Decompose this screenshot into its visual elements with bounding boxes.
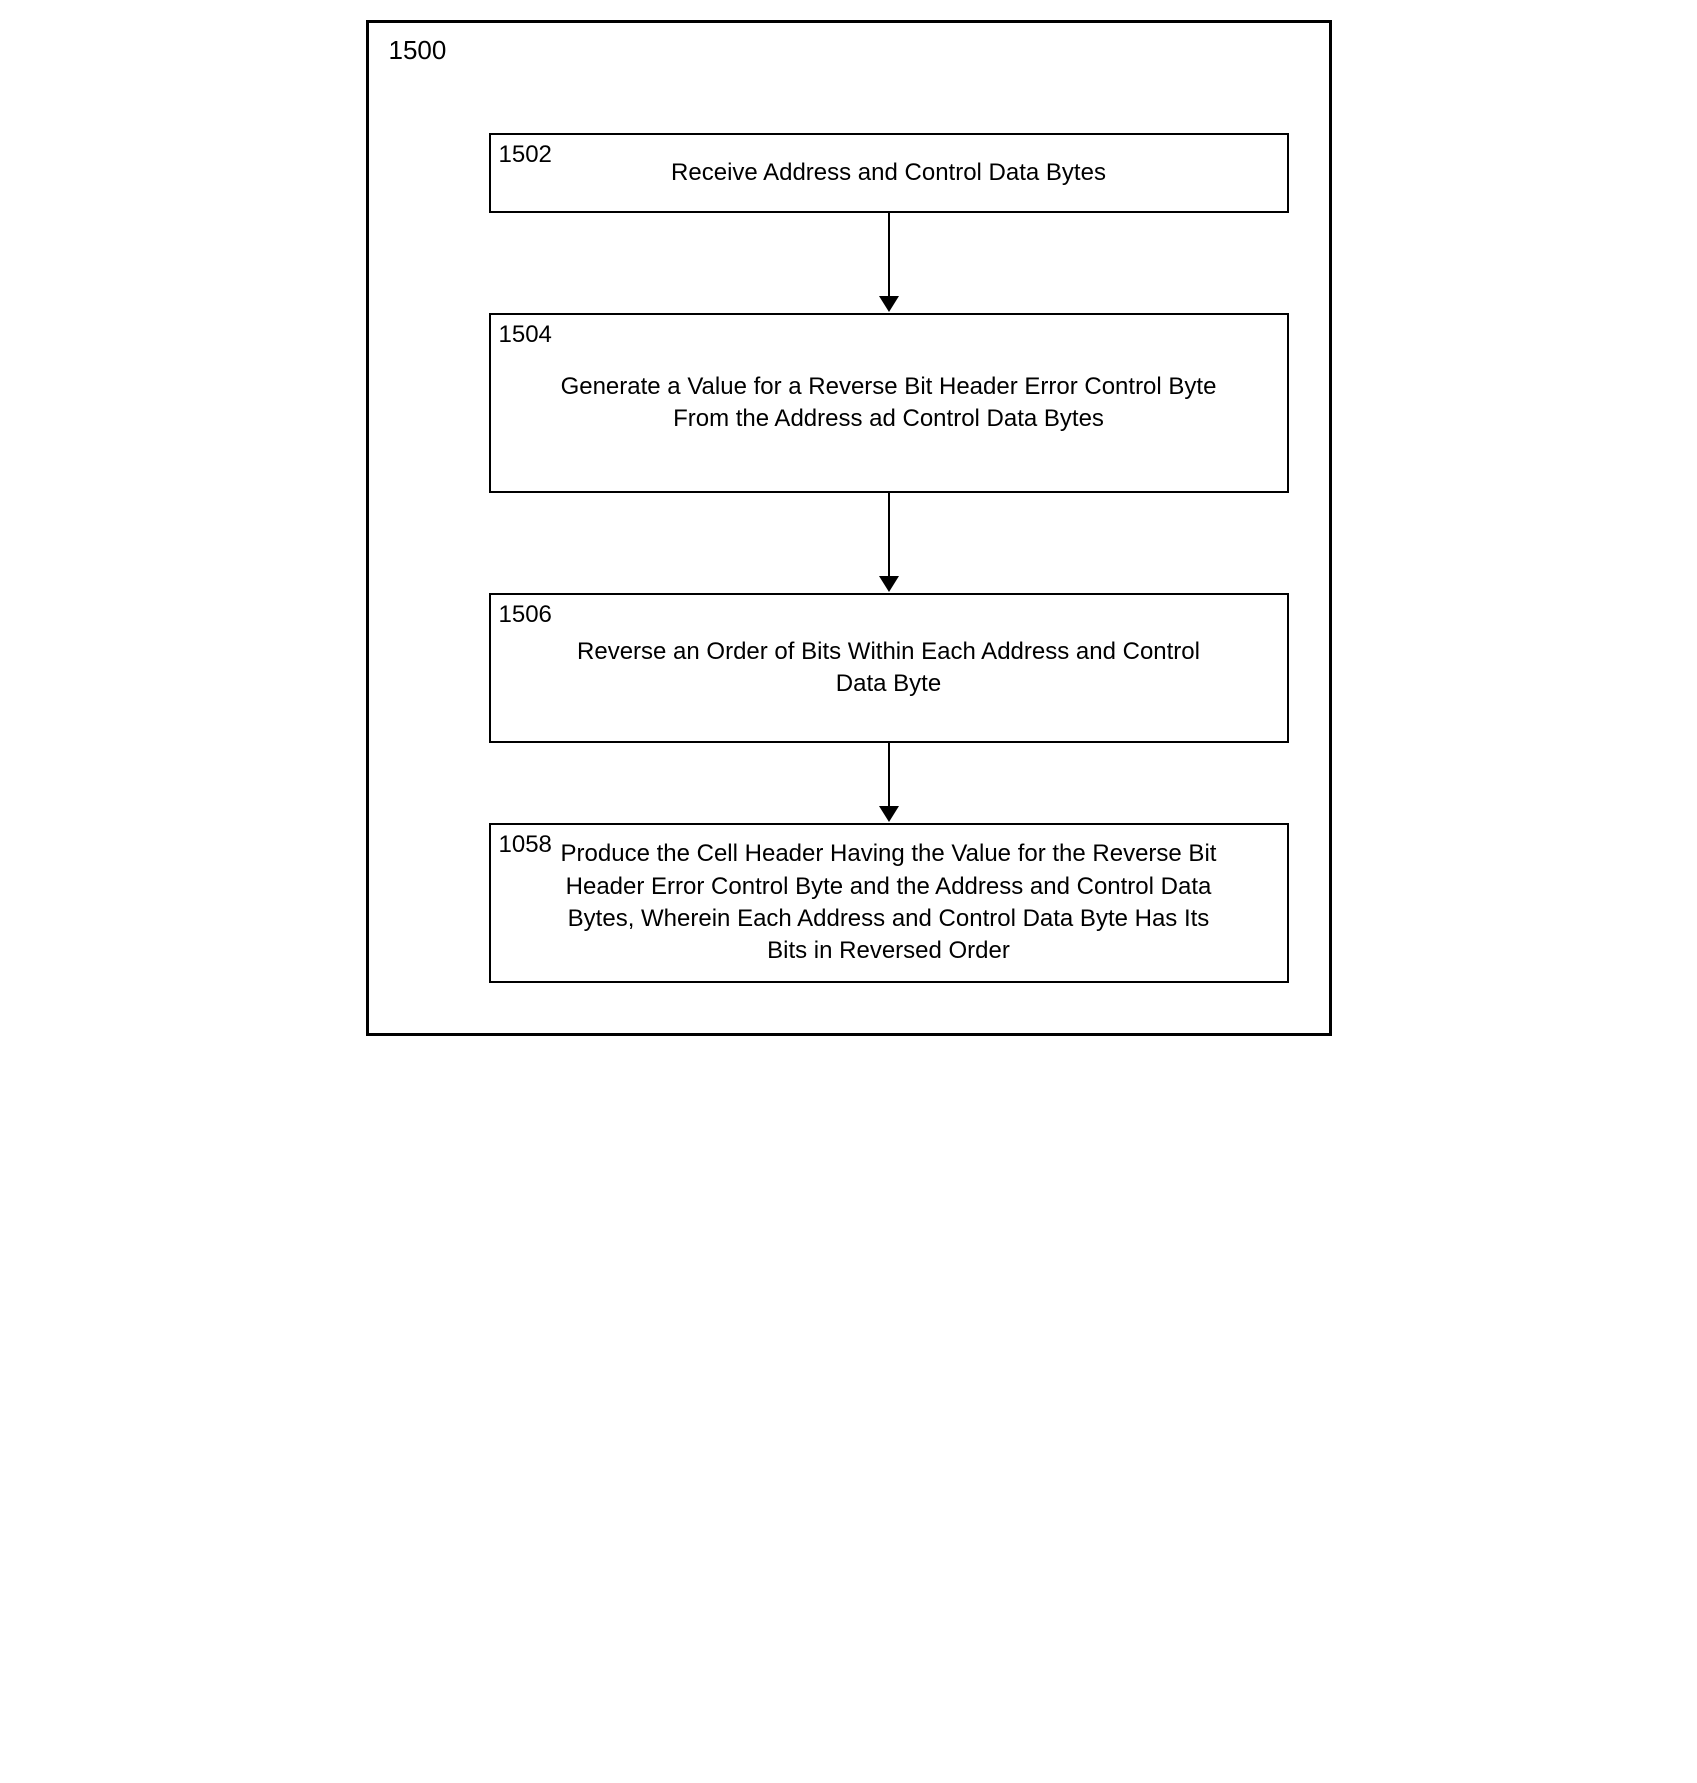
flow-box-2: 1504 Generate a Value for a Reverse Bit …: [489, 313, 1289, 493]
flow-box-1: 1502 Receive Address and Control Data By…: [489, 133, 1289, 213]
box-text-4: Produce the Cell Header Having the Value…: [491, 825, 1287, 981]
box-label-3: 1506: [499, 601, 552, 629]
arrow-head-3: [879, 806, 899, 822]
box-text-1: Receive Address and Control Data Bytes: [491, 135, 1287, 211]
box-text-3: Reverse an Order of Bits Within Each Add…: [491, 595, 1287, 741]
arrow-line-1: [888, 213, 890, 298]
diagram-number: 1500: [389, 35, 447, 66]
arrow-line-2: [888, 493, 890, 578]
arrow-line-3: [888, 743, 890, 808]
flow-box-4: 1058 Produce the Cell Header Having the …: [489, 823, 1289, 983]
flow-box-3: 1506 Reverse an Order of Bits Within Eac…: [489, 593, 1289, 743]
diagram-container: 1500 1502 Receive Address and Control Da…: [366, 20, 1332, 1036]
box-label-2: 1504: [499, 321, 552, 349]
arrow-head-1: [879, 296, 899, 312]
box-label-4: 1058: [499, 831, 552, 859]
box-text-2: Generate a Value for a Reverse Bit Heade…: [491, 315, 1287, 491]
box-label-1: 1502: [499, 141, 552, 169]
arrow-head-2: [879, 576, 899, 592]
